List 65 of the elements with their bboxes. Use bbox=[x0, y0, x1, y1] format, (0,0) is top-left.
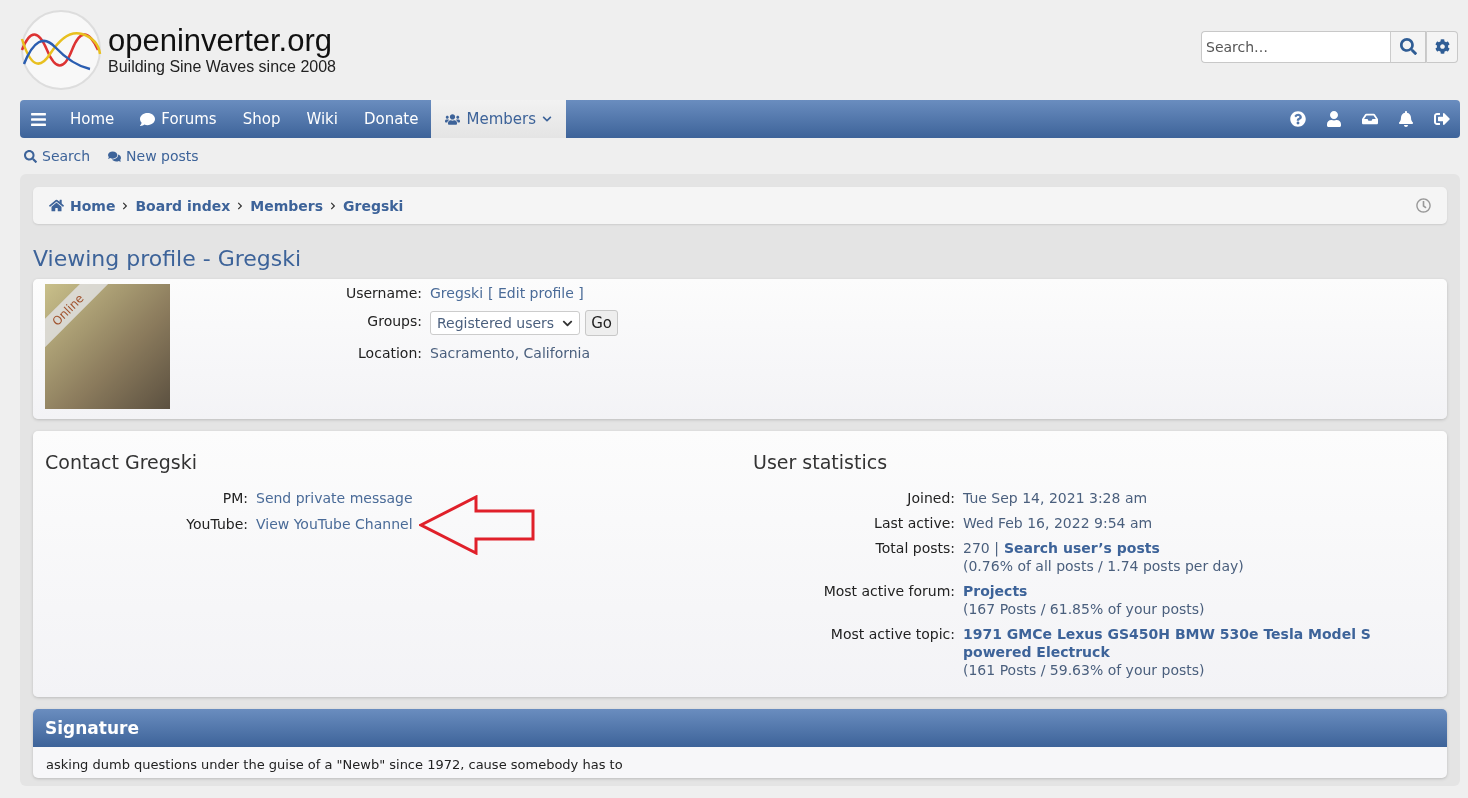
location-value: Sacramento, California bbox=[430, 344, 591, 362]
section-title: User statistics bbox=[753, 451, 889, 473]
nav-tab[interactable]: Wiki bbox=[293, 100, 351, 138]
field-label: Groups: bbox=[366, 312, 422, 331]
stat-link[interactable]: Search user’s posts bbox=[1003, 539, 1160, 557]
contact-link[interactable]: View YouTube Channel bbox=[256, 515, 413, 533]
stat-link[interactable]: 1971 GMCe Lexus GS450H BMW 530e Tesla Model S powered Electruck bbox=[963, 625, 1383, 661]
breadcrumb-link[interactable]: Members bbox=[250, 197, 324, 214]
username-link[interactable]: Gregski bbox=[430, 285, 484, 301]
chevron-icon bbox=[236, 201, 245, 210]
chevron-icon bbox=[329, 201, 338, 210]
go-button[interactable]: Go bbox=[585, 310, 618, 336]
quick-link[interactable]: Search bbox=[24, 148, 91, 164]
page-title: Viewing profile - Gregski bbox=[33, 246, 303, 271]
nav-tab[interactable]: Forums bbox=[127, 100, 230, 138]
nav-tab[interactable]: Home bbox=[57, 100, 128, 138]
bell-icon[interactable] bbox=[1398, 111, 1414, 127]
inbox-icon[interactable] bbox=[1362, 111, 1378, 127]
field-label: Total posts: bbox=[874, 539, 955, 558]
quick-link[interactable]: New posts bbox=[108, 148, 199, 164]
logout-icon[interactable] bbox=[1434, 111, 1450, 127]
site-name: openinverter.org bbox=[108, 24, 334, 58]
stat-note: (167 Posts / 61.85% of your posts) bbox=[963, 600, 1205, 618]
home-icon bbox=[49, 198, 64, 213]
edit-profile-link[interactable]: [ Edit profile ] bbox=[488, 285, 584, 301]
breadcrumb-link[interactable]: Board index bbox=[135, 197, 231, 214]
field-label: Location: bbox=[357, 344, 422, 362]
stat-note: (161 Posts / 59.63% of your posts) bbox=[963, 661, 1205, 679]
settings-button[interactable] bbox=[1426, 30, 1458, 63]
speech-bubble-icon bbox=[140, 111, 156, 127]
nav-tab[interactable]: Members bbox=[431, 100, 566, 138]
nav-tab[interactable]: Shop bbox=[229, 100, 294, 138]
breadcrumb-link[interactable]: Home bbox=[70, 197, 116, 214]
settings-icon bbox=[1434, 39, 1450, 54]
clock-icon bbox=[1416, 198, 1431, 213]
field-label: Most active topic: bbox=[829, 625, 955, 644]
contact-link[interactable]: Send private message bbox=[256, 489, 413, 507]
breadcrumb-link[interactable]: Gregski bbox=[343, 197, 404, 214]
nav-tab[interactable]: Donate bbox=[350, 100, 432, 138]
signature-header: Signature bbox=[33, 709, 1447, 747]
user-icon[interactable] bbox=[1326, 111, 1342, 127]
field-label: Joined: bbox=[905, 489, 955, 507]
groups-select[interactable]: Registered users bbox=[430, 311, 581, 335]
site-tagline: Building Sine Waves since 2008 bbox=[108, 58, 336, 76]
field-label: Username: bbox=[344, 284, 422, 302]
chevron-icon bbox=[121, 201, 130, 210]
field-label: PM: bbox=[221, 489, 248, 507]
stat-value: Wed Feb 16, 2022 9:54 am bbox=[963, 514, 1153, 532]
search-icon bbox=[24, 149, 37, 163]
stat-value: Tue Sep 14, 2021 3:28 am bbox=[963, 489, 1148, 507]
logo-icon bbox=[20, 9, 102, 91]
signature-text: asking dumb questions under the guise of a "Newb" since 1972, cause somebody has to bbox=[45, 756, 624, 774]
search-button[interactable] bbox=[1390, 30, 1426, 63]
help-icon[interactable] bbox=[1290, 111, 1306, 127]
search-icon bbox=[1399, 38, 1417, 55]
users-icon bbox=[445, 111, 461, 127]
section-title: Contact Gregski bbox=[45, 451, 198, 473]
field-label: Last active: bbox=[873, 514, 955, 532]
stat-value: 270 | bbox=[963, 539, 999, 557]
speech-bubbles-icon bbox=[108, 149, 122, 163]
stat-link[interactable]: Projects bbox=[963, 582, 1028, 600]
stat-note: (0.76% of all posts / 1.74 posts per day) bbox=[963, 557, 1244, 575]
field-label: YouTube: bbox=[185, 515, 248, 533]
search-field[interactable]: Search… bbox=[1201, 30, 1390, 63]
field-label: Most active forum: bbox=[822, 582, 955, 601]
